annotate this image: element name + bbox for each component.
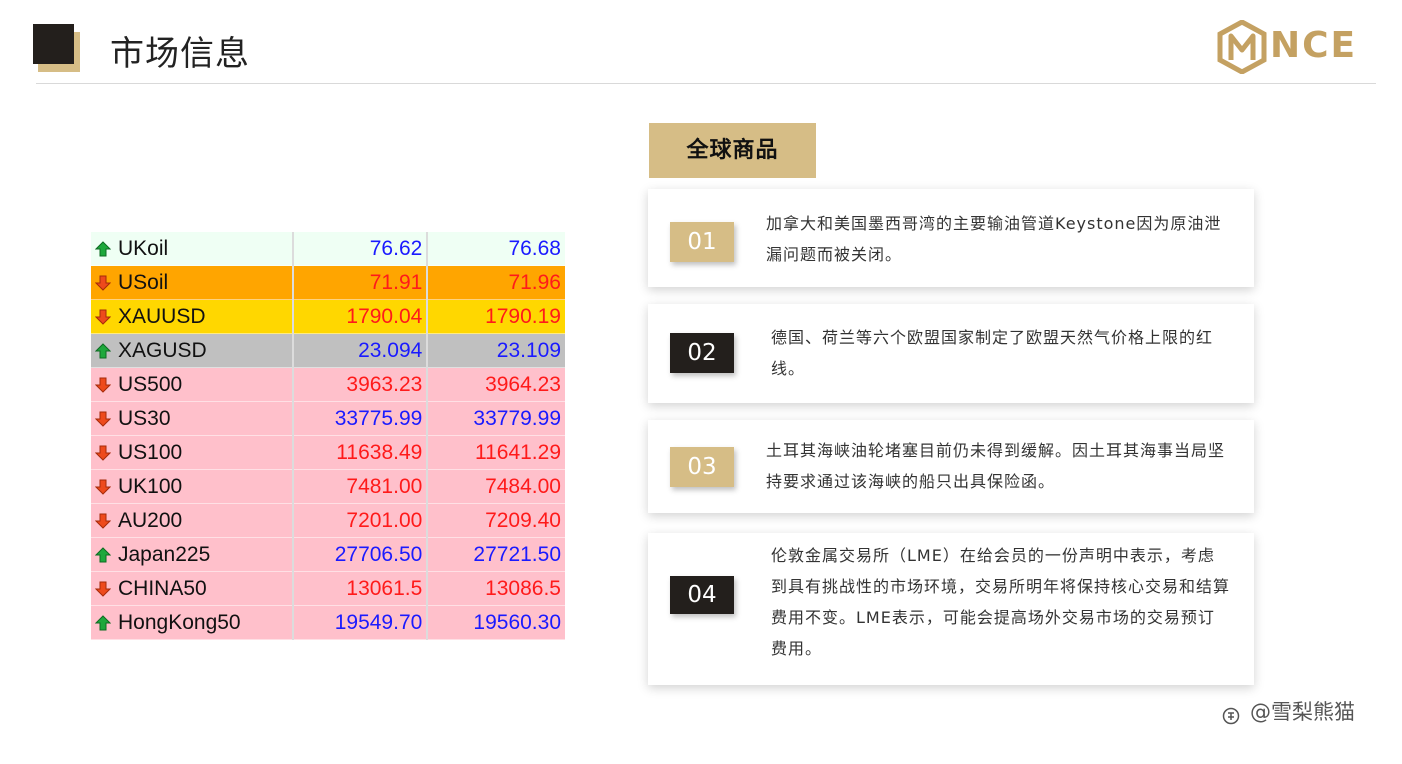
- quote-symbol: UK100: [118, 474, 183, 498]
- quote-bid: 23.094: [292, 333, 429, 368]
- quote-ask: 71.96: [427, 265, 565, 300]
- quote-row: US30 33775.99 33779.99: [91, 401, 565, 436]
- quote-row: UK100 7481.00 7484.00: [91, 469, 565, 504]
- quote-table: UKoil 76.62 76.68 USoil 71.91 71.96 XAUUSD 1790…: [91, 232, 565, 640]
- arrow-down-icon: [95, 309, 111, 325]
- quote-row: US100 11638.49 11641.29: [91, 435, 565, 470]
- quote-bid: 27706.50: [292, 537, 429, 572]
- arrow-down-icon: [95, 275, 111, 291]
- arrow-down-icon: [95, 377, 111, 393]
- news-text: 德国、荷兰等六个欧盟国家制定了欧盟天然气价格上限的红线。: [771, 328, 1214, 378]
- quote-symbol-cell: CHINA50: [91, 571, 294, 606]
- quote-row: AU200 7201.00 7209.40: [91, 503, 565, 538]
- arrow-up-icon: [95, 546, 111, 562]
- news-number-badge: 03: [670, 447, 734, 487]
- quote-ask: 11641.29: [427, 435, 565, 470]
- news-card-3: 03 土耳其海峡油轮堵塞目前仍未得到缓解。因土耳其海事当局坚持要求通过该海峡的船…: [648, 420, 1254, 513]
- quote-row: XAGUSD 23.094 23.109: [91, 333, 565, 368]
- quote-ask: 19560.30: [427, 605, 565, 640]
- quote-ask: 7209.40: [427, 503, 565, 538]
- quote-symbol: US30: [118, 406, 171, 430]
- quote-symbol-cell: USoil: [91, 265, 294, 300]
- quote-symbol: US100: [118, 440, 183, 464]
- quote-bid: 33775.99: [292, 401, 429, 436]
- title-accent: [33, 24, 74, 64]
- quote-bid: 76.62: [292, 232, 429, 266]
- quote-ask: 3964.23: [427, 367, 565, 402]
- quote-symbol-cell: XAUUSD: [91, 299, 294, 334]
- quote-ask: 7484.00: [427, 469, 565, 504]
- quote-bid: 19549.70: [292, 605, 429, 640]
- news-number-badge: 04: [670, 576, 734, 614]
- news-number-badge: 02: [670, 333, 734, 373]
- quote-symbol: Japan225: [118, 542, 211, 566]
- quote-row: CHINA50 13061.5 13086.5: [91, 571, 565, 606]
- news-card-1: 01 加拿大和美国墨西哥湾的主要输油管道Keystone因为原油泄漏问题而被关闭…: [648, 189, 1254, 287]
- quote-symbol: AU200: [118, 508, 183, 532]
- header-divider: [36, 83, 1376, 84]
- quote-symbol: XAUUSD: [118, 304, 206, 328]
- quote-symbol: US500: [118, 372, 183, 396]
- zhihu-icon: [1222, 707, 1240, 725]
- arrow-down-icon: [95, 411, 111, 427]
- news-text: 土耳其海峡油轮堵塞目前仍未得到缓解。因土耳其海事当局坚持要求通过该海峡的船只出具…: [766, 441, 1226, 491]
- quote-symbol-cell: XAGUSD: [91, 333, 294, 368]
- quote-ask: 76.68: [427, 232, 565, 266]
- quote-bid: 7481.00: [292, 469, 429, 504]
- quote-symbol-cell: UK100: [91, 469, 294, 504]
- news-number-badge: 01: [670, 222, 734, 262]
- quote-row: XAUUSD 1790.04 1790.19: [91, 299, 565, 334]
- quote-bid: 11638.49: [292, 435, 429, 470]
- quote-bid: 3963.23: [292, 367, 429, 402]
- quote-row: UKoil 76.62 76.68: [91, 232, 565, 266]
- quote-row: USoil 71.91 71.96: [91, 265, 565, 300]
- quote-ask: 13086.5: [427, 571, 565, 606]
- quote-symbol-cell: HongKong50: [91, 605, 294, 640]
- quote-symbol-cell: US100: [91, 435, 294, 470]
- logo-emblem-icon: [1217, 20, 1267, 74]
- arrow-up-icon: [95, 240, 111, 256]
- section-label: 全球商品: [649, 123, 816, 178]
- brand-logo: NCE: [1216, 20, 1371, 74]
- page-title: 市场信息: [110, 34, 250, 74]
- quote-symbol-cell: US500: [91, 367, 294, 402]
- quote-ask: 33779.99: [427, 401, 565, 436]
- quote-symbol: HongKong50: [118, 610, 241, 634]
- quote-row: HongKong50 19549.70 19560.30: [91, 605, 565, 640]
- quote-bid: 13061.5: [292, 571, 429, 606]
- quote-symbol: UKoil: [118, 236, 169, 260]
- quote-symbol-cell: UKoil: [91, 232, 294, 266]
- arrow-up-icon: [95, 342, 111, 358]
- arrow-up-icon: [95, 614, 111, 630]
- quote-ask: 27721.50: [427, 537, 565, 572]
- quote-symbol-cell: US30: [91, 401, 294, 436]
- quote-bid: 71.91: [292, 265, 429, 300]
- arrow-down-icon: [95, 445, 111, 461]
- news-text: 加拿大和美国墨西哥湾的主要输油管道Keystone因为原油泄漏问题而被关闭。: [766, 214, 1222, 264]
- quote-bid: 7201.00: [292, 503, 429, 538]
- quote-row: Japan225 27706.50 27721.50: [91, 537, 565, 572]
- quote-row: US500 3963.23 3964.23: [91, 367, 565, 402]
- watermark-text: @雪梨熊猫: [1250, 700, 1355, 724]
- quote-ask: 1790.19: [427, 299, 565, 334]
- quote-symbol: USoil: [118, 270, 169, 294]
- arrow-down-icon: [95, 513, 111, 529]
- quote-symbol: CHINA50: [118, 576, 207, 600]
- news-card-2: 02 德国、荷兰等六个欧盟国家制定了欧盟天然气价格上限的红线。: [648, 304, 1254, 403]
- arrow-down-icon: [95, 479, 111, 495]
- quote-ask: 23.109: [427, 333, 565, 368]
- quote-symbol: XAGUSD: [118, 338, 207, 362]
- news-text: 伦敦金属交易所（LME）在给会员的一份声明中表示，考虑到具有挑战性的市场环境，交…: [771, 546, 1231, 658]
- brand-logo-text: NCE: [1270, 25, 1358, 66]
- arrow-down-icon: [95, 581, 111, 597]
- quote-symbol-cell: Japan225: [91, 537, 294, 572]
- quote-symbol-cell: AU200: [91, 503, 294, 538]
- quote-bid: 1790.04: [292, 299, 429, 334]
- news-card-4: 04 伦敦金属交易所（LME）在给会员的一份声明中表示，考虑到具有挑战性的市场环…: [648, 533, 1254, 685]
